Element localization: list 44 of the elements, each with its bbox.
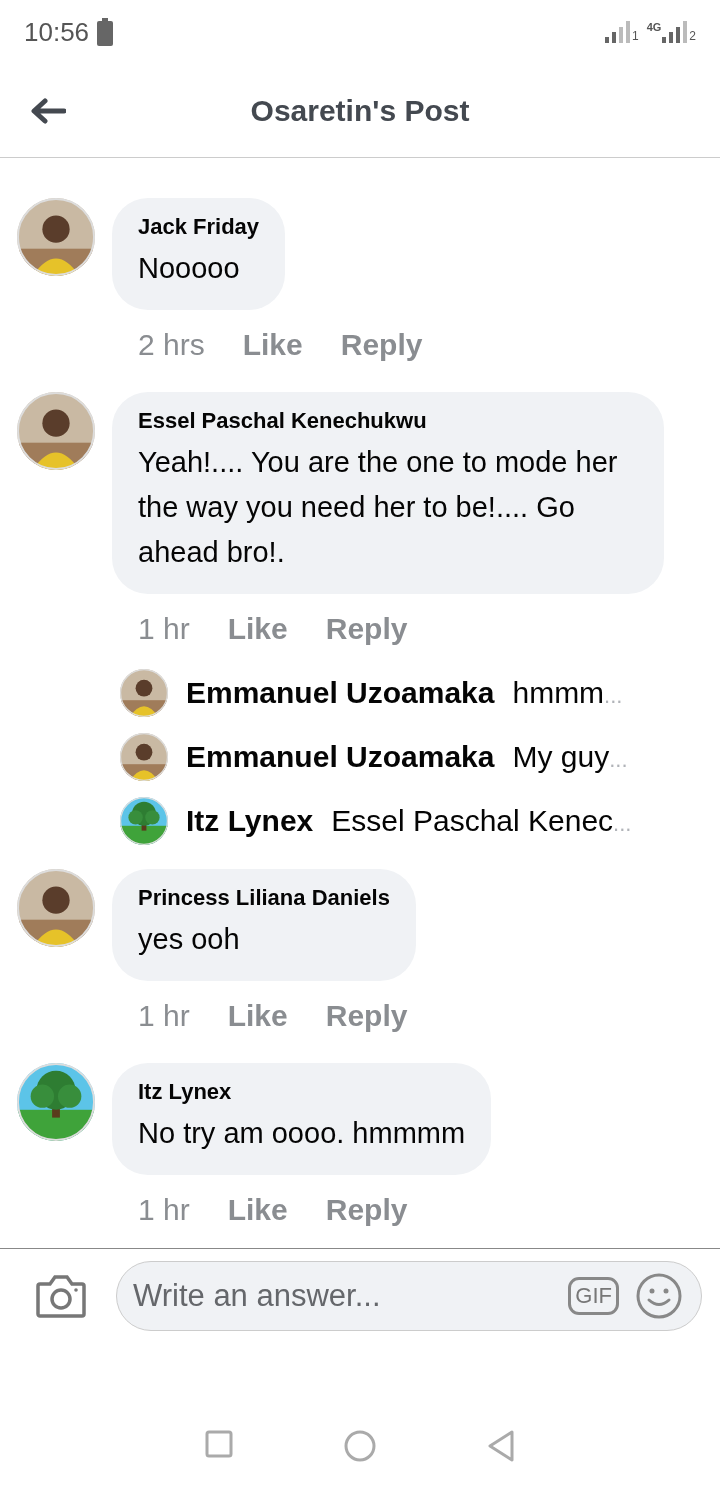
camera-icon[interactable] [36,1274,86,1318]
reply-text: hmmm [512,676,605,709]
reply-author[interactable]: Itz Lynex [186,804,314,838]
comment-text: Nooooo [138,251,241,286]
sim-number: 2 [689,29,696,43]
reply-text: My guy [512,740,610,773]
ellipsis: ... [609,747,628,772]
reply-button[interactable]: Reply [325,999,408,1033]
smiley-icon[interactable] [635,1272,683,1320]
comment-text: Yeah!.... You are the one to mode her the way you need her to be!.... Go ahead bro!. [138,445,619,570]
comment-time: 1 hr [138,1193,190,1227]
comment-author[interactable]: Princess Liliana Daniels [138,885,390,911]
comment-author[interactable]: Essel Paschal Kenechukwu [138,408,638,434]
reply-button[interactable]: Reply [340,328,423,362]
reply-button[interactable]: Reply [325,612,408,646]
like-button[interactable]: Like [227,612,288,646]
reply-author[interactable]: Emmanuel Uzoamaka [186,740,495,774]
ellipsis: ... [613,811,632,836]
network-type: 4G [646,21,662,33]
comment-author[interactable]: Itz Lynex [138,1079,466,1105]
back-icon[interactable] [30,96,66,125]
page-title: Osaretin's Post [250,93,470,127]
comment-time: 1 hr [138,612,190,646]
recents-icon[interactable] [205,1430,234,1458]
comment-time: 1 hr [138,999,190,1033]
sim-number: 1 [631,29,639,43]
home-icon[interactable] [344,1430,376,1462]
signal-icon [604,21,631,43]
comment-text: yes ooh [138,922,241,957]
gif-button[interactable]: GIF [568,1277,619,1315]
reply-button[interactable]: Reply [325,1193,408,1227]
ellipsis: ... [604,683,623,708]
comment-author[interactable]: Jack Friday [138,214,260,240]
reply-text: Essel Paschal Kenec [331,804,614,837]
signal-icon [662,21,689,43]
like-button[interactable]: Like [227,1193,288,1227]
answer-field[interactable]: Write an answer... GIF [116,1261,702,1331]
battery-icon [97,18,114,46]
clock-time: 10:56 [24,16,90,48]
comment-time: 2 hrs [138,328,205,362]
like-button[interactable]: Like [242,328,303,362]
like-button[interactable]: Like [227,999,288,1033]
comment-text: No try am oooo. hmmmm [138,1116,466,1151]
reply-author[interactable]: Emmanuel Uzoamaka [186,676,495,710]
